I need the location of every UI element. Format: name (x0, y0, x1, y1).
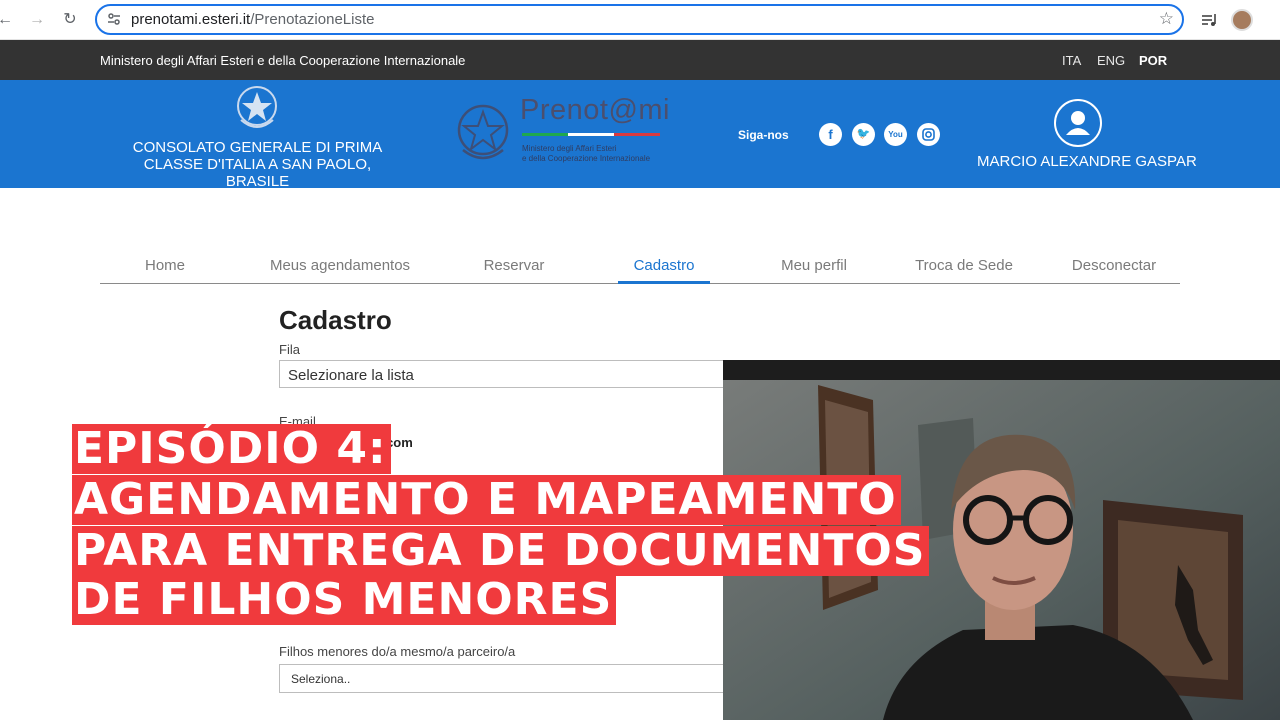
tab-reservar[interactable]: Reservar (484, 257, 545, 274)
follow-us-label: Siga-nos (738, 128, 789, 142)
url-path: /PrenotazioneListe (250, 11, 375, 28)
fila-select[interactable]: Selezionare la lista (279, 360, 739, 388)
user-avatar-icon[interactable] (1054, 99, 1102, 147)
children-select[interactable]: Seleziona.. (279, 664, 739, 693)
ministry-bar: Ministero degli Affari Esteri e della Co… (0, 40, 1280, 80)
page-title: Cadastro (279, 305, 392, 335)
main-navigation: Home Meus agendamentos Reservar Cadastro… (100, 255, 1180, 284)
tab-meu-perfil[interactable]: Meu perfil (781, 257, 847, 274)
consulate-line-3: BRASILE (225, 173, 290, 188)
instagram-icon[interactable] (917, 123, 940, 146)
consulate-line-1: CONSOLATO GENERALE DI PRIMA (132, 139, 383, 156)
overlay-line-4: DE FILHOS MENORES (72, 575, 617, 625)
lang-eng[interactable]: ENG (1097, 53, 1125, 68)
overlay-line-2: AGENDAMENTO E MAPEAMENTO (72, 475, 901, 525)
address-bar[interactable]: prenotami.esteri.it/PrenotazioneListe ☆ (95, 4, 1184, 35)
tab-home[interactable]: Home (145, 257, 185, 274)
logo-subtitle-line-1: Ministero degli Affari Esteri (522, 144, 617, 153)
active-tab-indicator (618, 281, 710, 284)
url-host: prenotami.esteri.it (131, 11, 251, 28)
tab-troca-de-sede[interactable]: Troca de Sede (915, 257, 1013, 274)
facebook-icon[interactable]: f (819, 123, 842, 146)
overlay-line-1: EPISÓDIO 4: (72, 424, 391, 474)
logo-flag-line (522, 133, 660, 136)
logo-subtitle-line-2: e della Cooperazione Internazionale (522, 154, 651, 163)
children-label: Filhos menores do/a mesmo/a parceiro/a (279, 644, 516, 659)
overlay-line-3: PARA ENTREGA DE DOCUMENTOS (72, 526, 930, 576)
browser-toolbar: ← → ↻ prenotami.esteri.it/PrenotazioneLi… (0, 0, 1280, 40)
tab-desconectar[interactable]: Desconectar (1072, 257, 1156, 274)
tab-cadastro[interactable]: Cadastro (634, 257, 695, 274)
logo-subtitle: Ministero degli Affari Esteri e della Co… (522, 144, 650, 164)
italian-emblem-icon (237, 86, 277, 128)
profile-avatar[interactable] (1231, 9, 1253, 31)
youtube-icon[interactable]: You (884, 123, 907, 146)
twitter-icon[interactable]: 🐦 (852, 123, 875, 146)
site-settings-icon[interactable] (107, 12, 121, 26)
back-icon[interactable]: ← (0, 9, 16, 31)
reload-icon[interactable]: ↻ (59, 9, 81, 31)
bookmark-star-icon[interactable]: ☆ (1159, 9, 1174, 29)
site-header: CONSOLATO GENERALE DI PRIMA CLASSE D'ITA… (0, 80, 1280, 188)
consulate-line-2: CLASSE D'ITALIA A SAN PAOLO, (143, 156, 372, 173)
user-name[interactable]: MARCIO ALEXANDRE GASPAR (977, 153, 1197, 170)
url-text[interactable]: prenotami.esteri.it/PrenotazioneListe (131, 11, 374, 28)
forward-icon[interactable]: → (26, 9, 48, 31)
consulate-name: CONSOLATO GENERALE DI PRIMA CLASSE D'ITA… (130, 139, 385, 188)
ministry-name: Ministero degli Affari Esteri e della Co… (100, 53, 466, 68)
republic-emblem-icon (457, 104, 509, 160)
prenotami-logo[interactable]: Prenot@mi (520, 94, 670, 127)
lang-por[interactable]: POR (1139, 53, 1167, 68)
fila-label: Fila (279, 342, 300, 357)
media-control-icon[interactable] (1199, 9, 1221, 31)
lang-ita[interactable]: ITA (1062, 53, 1081, 68)
tab-meus-agendamentos[interactable]: Meus agendamentos (270, 257, 410, 274)
